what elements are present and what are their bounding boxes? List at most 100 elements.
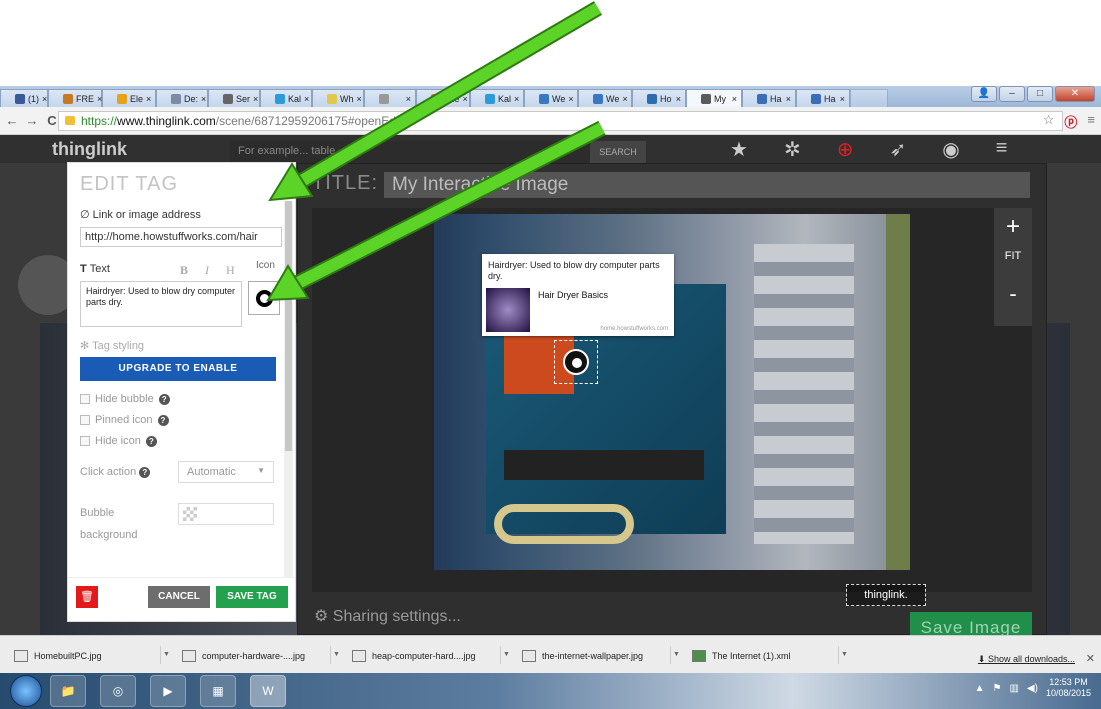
close-icon[interactable]: ×: [786, 94, 791, 104]
zoom-out-button[interactable]: -: [994, 266, 1032, 322]
forward-icon[interactable]: →: [22, 113, 42, 128]
close-icon[interactable]: ×: [676, 94, 681, 104]
close-icon[interactable]: ×: [357, 94, 362, 104]
heading-button[interactable]: H: [226, 263, 235, 278]
hide-icon-checkbox[interactable]: Hide icon?: [80, 435, 157, 447]
tab-6[interactable]: Kal ×: [260, 89, 312, 107]
tab-7[interactable]: Wh ×: [312, 89, 364, 107]
minimize-button[interactable]: –: [999, 86, 1025, 102]
media-player-icon[interactable]: ▶: [150, 675, 186, 707]
calculator-icon[interactable]: ▦: [200, 675, 236, 707]
site-search-button[interactable]: SEARCH: [590, 141, 646, 163]
show-all-downloads-link[interactable]: ⬇ Show all downloads...: [978, 654, 1075, 665]
tab-4[interactable]: De: ×: [156, 89, 208, 107]
close-icon[interactable]: ×: [463, 94, 468, 104]
tab-12[interactable]: We ×: [578, 89, 632, 107]
zoom-in-button[interactable]: +: [994, 208, 1032, 246]
download-item[interactable]: heap-computer-hard....jpg ▼: [344, 644, 512, 668]
close-icon[interactable]: ×: [146, 94, 151, 104]
checkbox[interactable]: [80, 394, 90, 404]
profile-icon[interactable]: ◉: [942, 137, 959, 162]
close-icon[interactable]: ×: [406, 94, 411, 104]
tab-13[interactable]: Ho ×: [632, 89, 686, 107]
download-item[interactable]: HomebuiltPC.jpg ▼: [6, 644, 172, 668]
close-icon[interactable]: ✕: [1086, 652, 1095, 665]
delete-tag-button[interactable]: 🗑: [76, 586, 98, 608]
chevron-up-icon[interactable]: ▲: [975, 683, 985, 694]
site-logo[interactable]: thinglink: [52, 139, 127, 160]
community-icon[interactable]: ✲: [784, 137, 801, 162]
tab-10[interactable]: Kal ×: [470, 89, 524, 107]
help-icon[interactable]: ?: [145, 435, 157, 447]
download-item[interactable]: the-internet-wallpaper.jpg ▼: [514, 644, 682, 668]
click-action-select[interactable]: Automatic ▼: [178, 461, 274, 483]
title-input[interactable]: My Interactive Image: [384, 172, 1030, 198]
volume-icon[interactable]: ◀): [1027, 683, 1038, 694]
tab-16[interactable]: Ha ×: [796, 89, 850, 107]
help-icon[interactable]: ?: [158, 393, 170, 405]
tab-1[interactable]: (1) ×: [0, 89, 48, 107]
bubble-background-picker[interactable]: [178, 503, 274, 525]
close-icon[interactable]: ×: [253, 94, 258, 104]
checkbox[interactable]: [80, 415, 90, 425]
network-icon[interactable]: ▥: [1009, 683, 1018, 694]
chevron-down-icon[interactable]: ▼: [160, 646, 172, 664]
tab-9[interactable]: The ×: [416, 89, 470, 107]
star-icon[interactable]: ★: [730, 137, 748, 162]
pinterest-icon[interactable]: ⓟ: [1064, 112, 1077, 131]
hamburger-menu-icon[interactable]: ≡: [996, 137, 1008, 162]
bold-button[interactable]: B: [180, 263, 188, 278]
chevron-down-icon[interactable]: ▼: [500, 646, 512, 664]
tab-8[interactable]: ×: [364, 89, 416, 107]
site-search-input[interactable]: For example... table: [230, 141, 590, 163]
tab-2[interactable]: FRE ×: [48, 89, 102, 107]
tab-3[interactable]: Ele ×: [102, 89, 156, 107]
tab-11[interactable]: We ×: [524, 89, 578, 107]
chrome-icon[interactable]: ◎: [100, 675, 136, 707]
url-input[interactable]: https://www.thinglink.com/scene/68712959…: [58, 111, 1063, 131]
sharing-settings-link[interactable]: ⚙ Sharing settings...: [314, 606, 461, 626]
explorer-icon[interactable]: 📁: [50, 675, 86, 707]
close-icon[interactable]: ×: [201, 94, 206, 104]
hide-bubble-checkbox[interactable]: Hide bubble?: [80, 393, 170, 405]
download-item[interactable]: computer-hardware-....jpg ▼: [174, 644, 342, 668]
panel-scrollbar[interactable]: [284, 201, 293, 581]
tag-text-input[interactable]: Hairdryer: Used to blow dry computer par…: [80, 281, 242, 327]
pinned-icon-checkbox[interactable]: Pinned icon?: [80, 414, 169, 426]
window-close-button[interactable]: ✕: [1055, 86, 1095, 102]
start-button[interactable]: [10, 675, 42, 707]
word-icon[interactable]: W: [250, 675, 286, 707]
tab-5[interactable]: Ser ×: [208, 89, 260, 107]
scrollbar-thumb[interactable]: [285, 201, 292, 451]
new-tab-button[interactable]: [850, 89, 888, 107]
flag-icon[interactable]: ⚑: [993, 683, 1002, 694]
tag-icon-marker[interactable]: [554, 340, 598, 384]
create-plus-icon[interactable]: ⊕: [837, 137, 854, 162]
checkbox[interactable]: [80, 436, 90, 446]
close-icon[interactable]: ×: [568, 94, 573, 104]
bubble-link-title[interactable]: Hair Dryer Basics: [538, 290, 608, 300]
user-icon[interactable]: 👤: [971, 86, 997, 102]
download-item[interactable]: The Internet (1).xml ▼: [684, 644, 850, 668]
help-icon[interactable]: ?: [139, 467, 151, 478]
clock[interactable]: 12:53 PM 10/08/2015: [1046, 677, 1091, 699]
close-icon[interactable]: ×: [42, 94, 47, 104]
link-input[interactable]: http://home.howstuffworks.com/hair: [80, 227, 282, 247]
upgrade-button[interactable]: UPGRADE TO ENABLE: [80, 357, 276, 381]
tab-14-active[interactable]: My ×: [686, 89, 742, 107]
save-tag-button[interactable]: SAVE TAG: [216, 586, 288, 608]
chevron-down-icon[interactable]: ▼: [838, 646, 850, 664]
tab-15[interactable]: Ha ×: [742, 89, 796, 107]
icon-picker[interactable]: [248, 281, 280, 315]
italic-button[interactable]: I: [205, 263, 209, 278]
star-icon[interactable]: ☆: [1043, 112, 1055, 131]
close-icon[interactable]: ×: [622, 94, 627, 104]
close-icon[interactable]: ×: [840, 94, 845, 104]
chevron-down-icon[interactable]: ▼: [670, 646, 682, 664]
close-icon[interactable]: ×: [732, 94, 737, 104]
tag-bubble[interactable]: Hairdryer: Used to blow dry computer par…: [482, 254, 674, 336]
fit-button[interactable]: FIT: [994, 246, 1032, 266]
menu-icon[interactable]: ≡: [1087, 112, 1095, 131]
back-icon[interactable]: ←: [2, 113, 22, 128]
close-icon[interactable]: ×: [304, 94, 309, 104]
